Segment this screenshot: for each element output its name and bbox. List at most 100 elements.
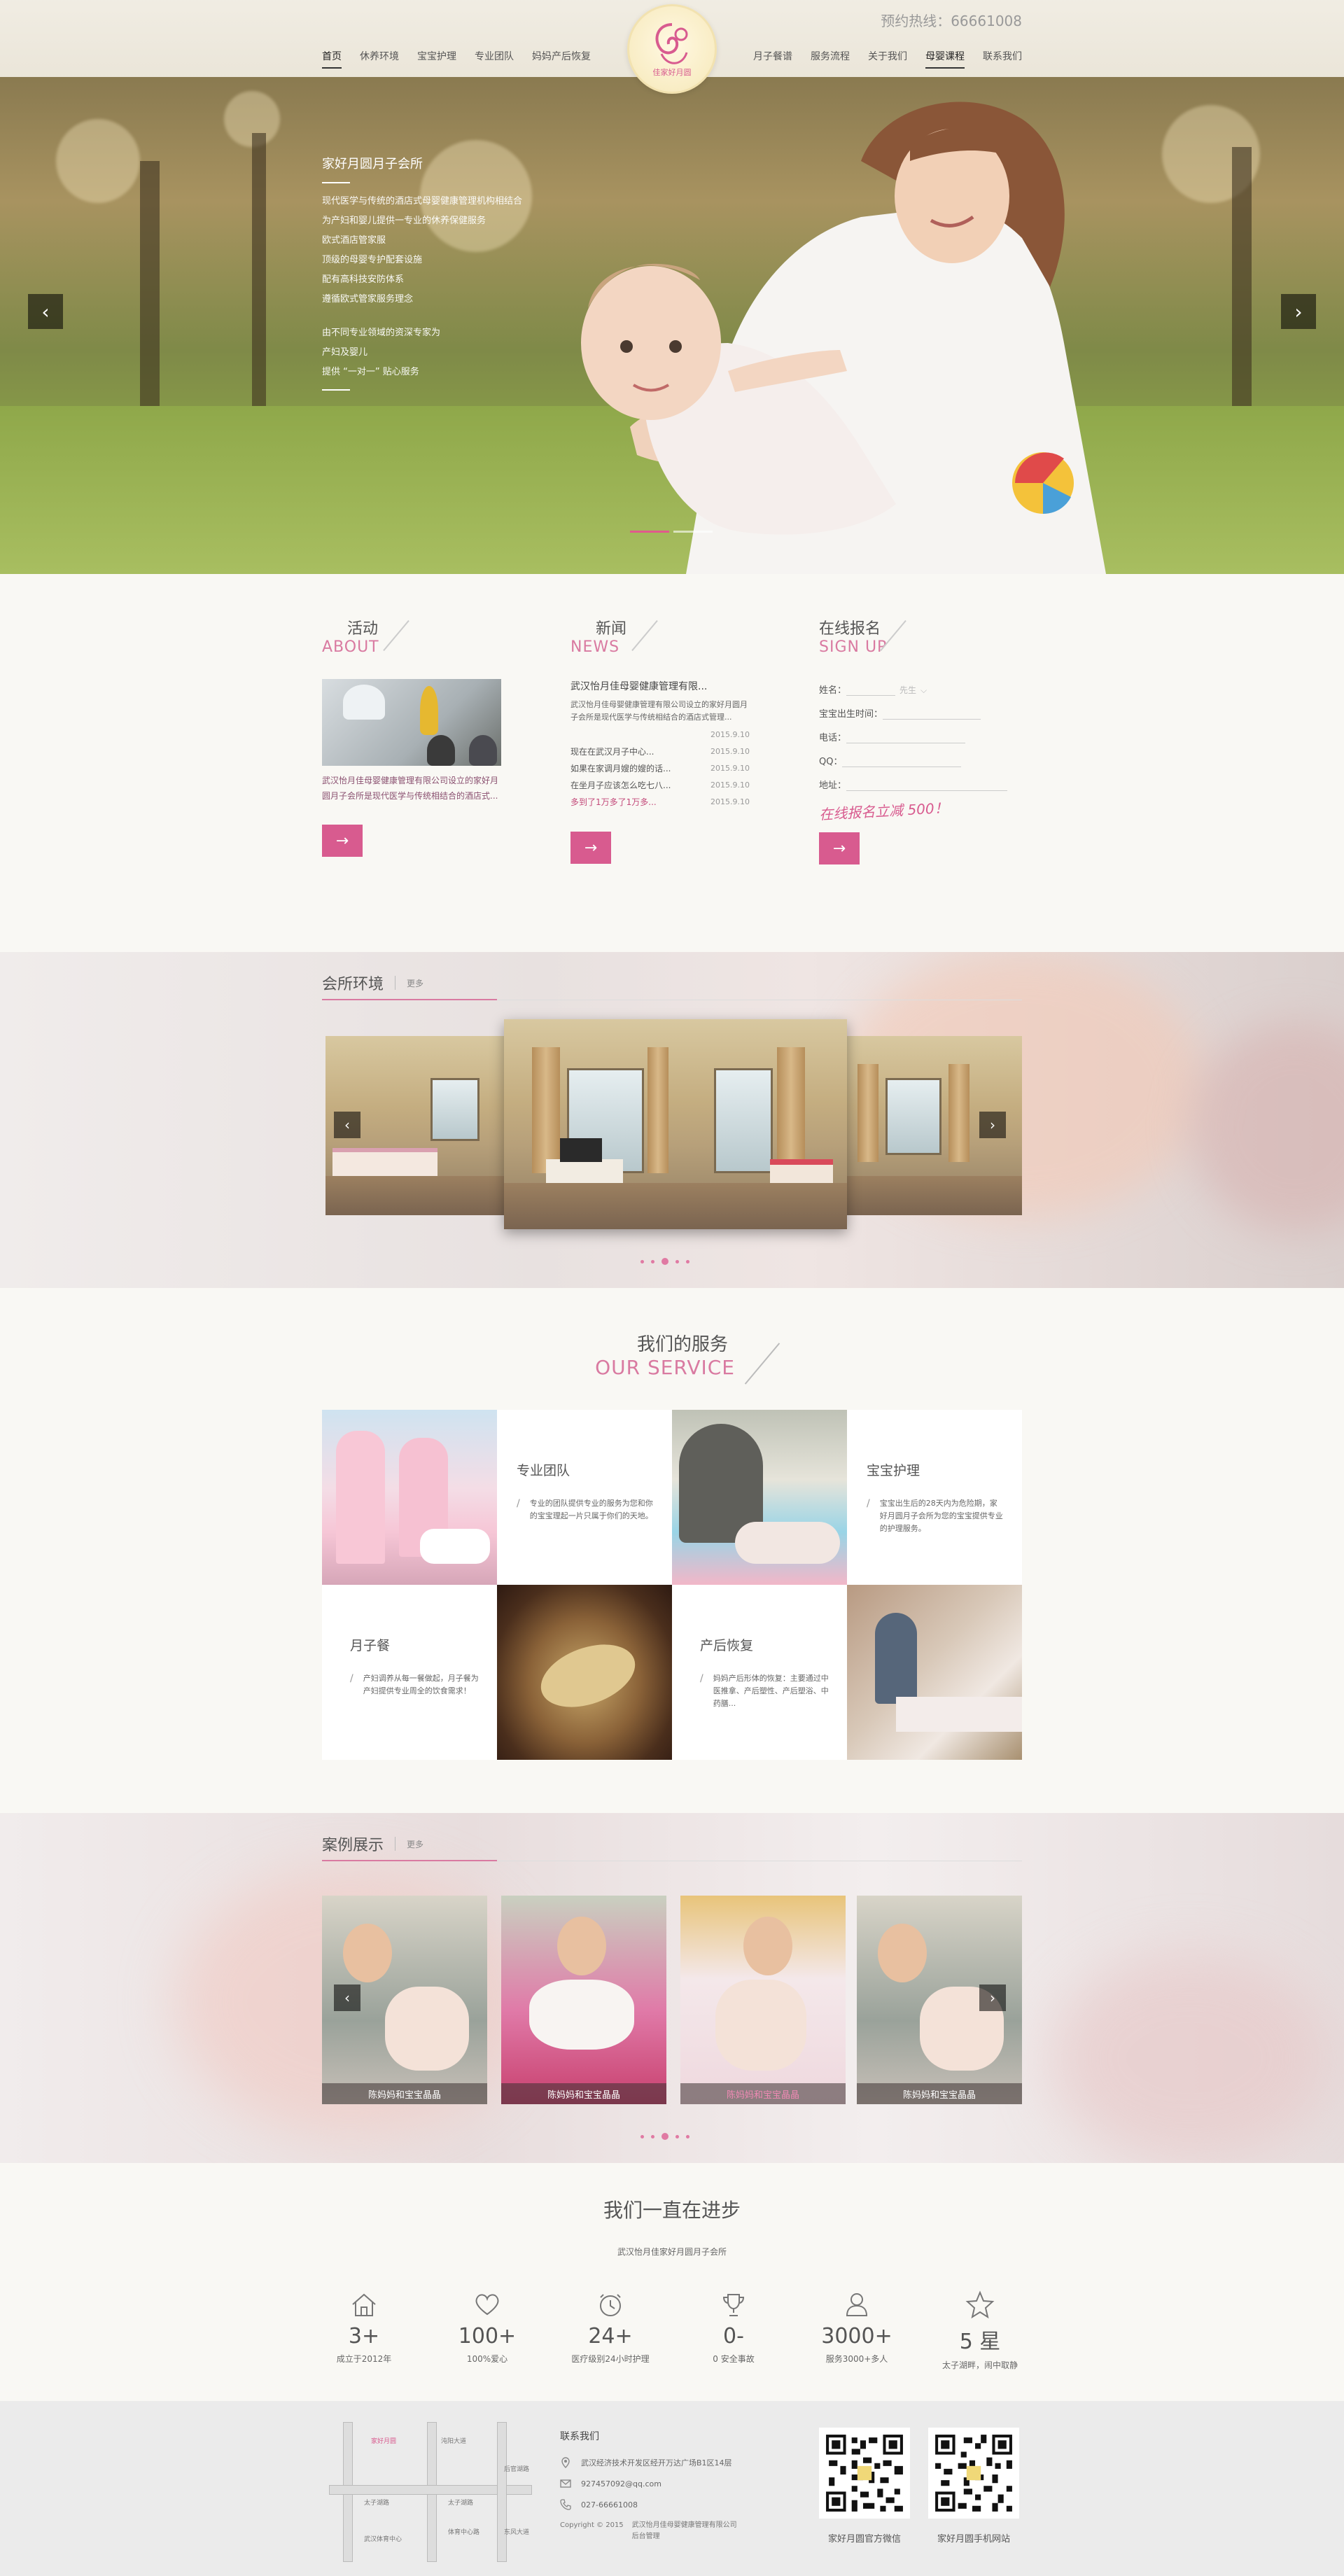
location-map[interactable]: 家好月圆 太子湖路 太子湖路 武汉体育中心 沌阳大道 体育中心路 后官湖路 东风…: [329, 2422, 532, 2562]
news-header: 新闻 NEWS: [570, 616, 774, 665]
service-desc: 产妇调养从每一餐做起，月子餐为产妇提供专业周全的饮食需求！: [363, 1674, 479, 1695]
mother-face: [343, 1924, 392, 1982]
site-footer: 家好月圆 太子湖路 太子湖路 武汉体育中心 沌阳大道 体育中心路 后官湖路 东风…: [0, 2401, 1344, 2576]
qq-input[interactable]: [842, 755, 962, 767]
nav-item-team[interactable]: 专业团队: [475, 49, 514, 69]
progress-section: 我们一直在进步 武汉怡月佳家好月圆月子会所 3+ 成立于2012年 100+ 1…: [0, 2163, 1344, 2401]
env-prev-button[interactable]: ‹: [334, 1112, 360, 1138]
hero-prev-button[interactable]: ‹: [28, 294, 63, 329]
carousel-dot[interactable]: [676, 2134, 679, 2138]
whiteboard: [343, 685, 385, 720]
carousel-dot[interactable]: [686, 1259, 690, 1264]
qr-code-icon[interactable]: [928, 2428, 1019, 2519]
news-headline[interactable]: 武汉怡月佳母婴健康管理有限...: [570, 679, 774, 693]
env-next-button[interactable]: ›: [979, 1112, 1006, 1138]
news-item[interactable]: 现在在武汉月子中心... 2015.9.10: [570, 743, 750, 760]
nav-item-process[interactable]: 服务流程: [811, 49, 850, 69]
address-input[interactable]: [846, 778, 1008, 791]
news-item-title: 现在在武汉月子中心...: [570, 747, 654, 757]
service-card-baby-care[interactable]: 宝宝护理 / 宝宝出生后的28天内为危险期，家好月圆月子会所为您的宝宝提供专业的护…: [847, 1410, 1022, 1585]
case-card[interactable]: 陈妈妈和宝宝晶晶: [501, 1896, 666, 2104]
stat-number: 5 星: [959, 2330, 1001, 2354]
form-row-birth: 宝宝出生时间：: [819, 703, 1022, 720]
map-label: 武汉体育中心: [364, 2536, 402, 2543]
carousel-dot[interactable]: [640, 2134, 644, 2138]
case-label: 陈妈妈和宝宝晶晶: [857, 2083, 1022, 2104]
team-photo[interactable]: [322, 1410, 497, 1585]
carousel-dot[interactable]: [651, 1259, 654, 1264]
meal-photo[interactable]: [497, 1585, 672, 1760]
signup-promo-note: 在线报名立减 500！: [818, 799, 949, 823]
nav-item-about[interactable]: 关于我们: [868, 49, 907, 69]
about-more-button[interactable]: →: [322, 825, 363, 857]
stat-item: 0- 0 安全事故: [692, 2288, 776, 2371]
service-card-team[interactable]: 专业团队 / 专业的团队提供专业的服务为您和你的宝宝理起一片只属于你们的天地。: [497, 1410, 672, 1585]
room-window: [886, 1078, 941, 1155]
room-photo-featured[interactable]: [504, 1019, 847, 1229]
about-title-cn: 活动: [347, 620, 379, 638]
news-item-title: 多到了1万多了1万多...: [570, 797, 657, 807]
hero-line: 现代医学与传统的酒店式母婴健康管理机构相结合: [322, 196, 523, 206]
name-input[interactable]: [846, 683, 896, 696]
service-card-meal[interactable]: 月子餐 / 产妇调养从每一餐做起，月子餐为产妇提供专业周全的饮食需求！: [322, 1585, 497, 1760]
hero-slide-indicator[interactable]: [673, 531, 713, 533]
stat-item: 5 星 太子湖畔，闹中取静: [938, 2288, 1022, 2371]
cases-next-button[interactable]: ›: [979, 1984, 1006, 2011]
carousel-dot[interactable]: [686, 2134, 690, 2138]
news-more-button[interactable]: →: [570, 832, 611, 864]
recovery-photo[interactable]: [847, 1585, 1022, 1760]
qr-caption: 家好月圆官方微信: [827, 2534, 901, 2544]
news-item[interactable]: 多到了1万多了1万多... 2015.9.10: [570, 794, 750, 811]
mother-face: [557, 1917, 606, 1975]
hero-text-block: 家好月圆月子会所 现代医学与传统的酒店式母婴健康管理机构相结合 为产妇和婴儿提供…: [322, 154, 522, 399]
nav-item-menu[interactable]: 月子餐谱: [753, 49, 792, 69]
carousel-dot[interactable]: [640, 1259, 644, 1264]
env-more-link[interactable]: 更多: [407, 977, 424, 989]
nav-item-courses[interactable]: 母婴课程: [925, 49, 965, 69]
news-item-title: 在坐月子应该怎么吃七八...: [570, 780, 671, 790]
phone-input[interactable]: [846, 731, 966, 743]
field-label: QQ：: [819, 757, 843, 767]
form-row-address: 地址：: [819, 774, 1022, 791]
contact-phone: 027-66661008: [560, 2499, 737, 2510]
service-card-recovery[interactable]: 产后恢复 / 妈妈产后形体的恢复：主要通过中医推拿、产后塑性、产后塑浴、中药膳..…: [672, 1585, 847, 1760]
service-desc: 妈妈产后形体的恢复：主要通过中医推拿、产后塑性、产后塑浴、中药膳...: [713, 1674, 829, 1708]
baby-figure: [385, 1987, 469, 2071]
clock-icon: [568, 2288, 652, 2321]
carousel-dot[interactable]: [676, 1259, 679, 1264]
heart-icon: [445, 2288, 529, 2321]
activity-photo[interactable]: [322, 679, 501, 766]
hero-next-button[interactable]: ›: [1281, 294, 1316, 329]
hero-slide-indicator[interactable]: [630, 531, 669, 533]
signup-submit-button[interactable]: →: [819, 832, 860, 864]
logo-text: 佳家好月圆: [653, 67, 692, 77]
news-date: 2015.9.10: [710, 780, 750, 790]
signup-title-en: SIGN UP: [819, 638, 888, 656]
cases-prev-button[interactable]: ‹: [334, 1984, 360, 2011]
room-curtain: [777, 1047, 805, 1173]
nav-item-recovery[interactable]: 妈妈产后恢复: [532, 49, 591, 69]
phone-text[interactable]: 027-66661008: [581, 2500, 638, 2510]
news-item[interactable]: 在坐月子应该怎么吃七八... 2015.9.10: [570, 777, 750, 794]
cases-more-link[interactable]: 更多: [407, 1838, 424, 1850]
field-label: 宝宝出生时间：: [819, 709, 883, 720]
carousel-dot[interactable]: [662, 2133, 668, 2140]
contact-email: 927457092@qq.com: [560, 2478, 737, 2489]
admin-link[interactable]: 后台管理: [632, 2533, 660, 2540]
email-text[interactable]: 927457092@qq.com: [581, 2479, 662, 2488]
carousel-dot[interactable]: [662, 1258, 668, 1265]
news-item[interactable]: 如果在家调月嫂的嫂的话... 2015.9.10: [570, 760, 750, 777]
case-card[interactable]: 陈妈妈和宝宝晶晶: [680, 1896, 846, 2104]
baby-birth-input[interactable]: [883, 707, 981, 720]
nav-item-contact[interactable]: 联系我们: [983, 49, 1022, 69]
carousel-dot[interactable]: [651, 2134, 654, 2138]
baby-care-photo[interactable]: [672, 1410, 847, 1585]
mother-face: [878, 1924, 927, 1982]
gender-select[interactable]: 先生: [899, 684, 916, 696]
qr-code-icon[interactable]: [819, 2428, 910, 2519]
nav-item-baby-care[interactable]: 宝宝护理: [417, 49, 456, 69]
nav-item-environment[interactable]: 休养环境: [360, 49, 399, 69]
nav-item-home[interactable]: 首页: [322, 49, 342, 69]
site-logo[interactable]: 佳家好月圆: [627, 4, 717, 94]
env-pagination: [640, 1258, 690, 1265]
